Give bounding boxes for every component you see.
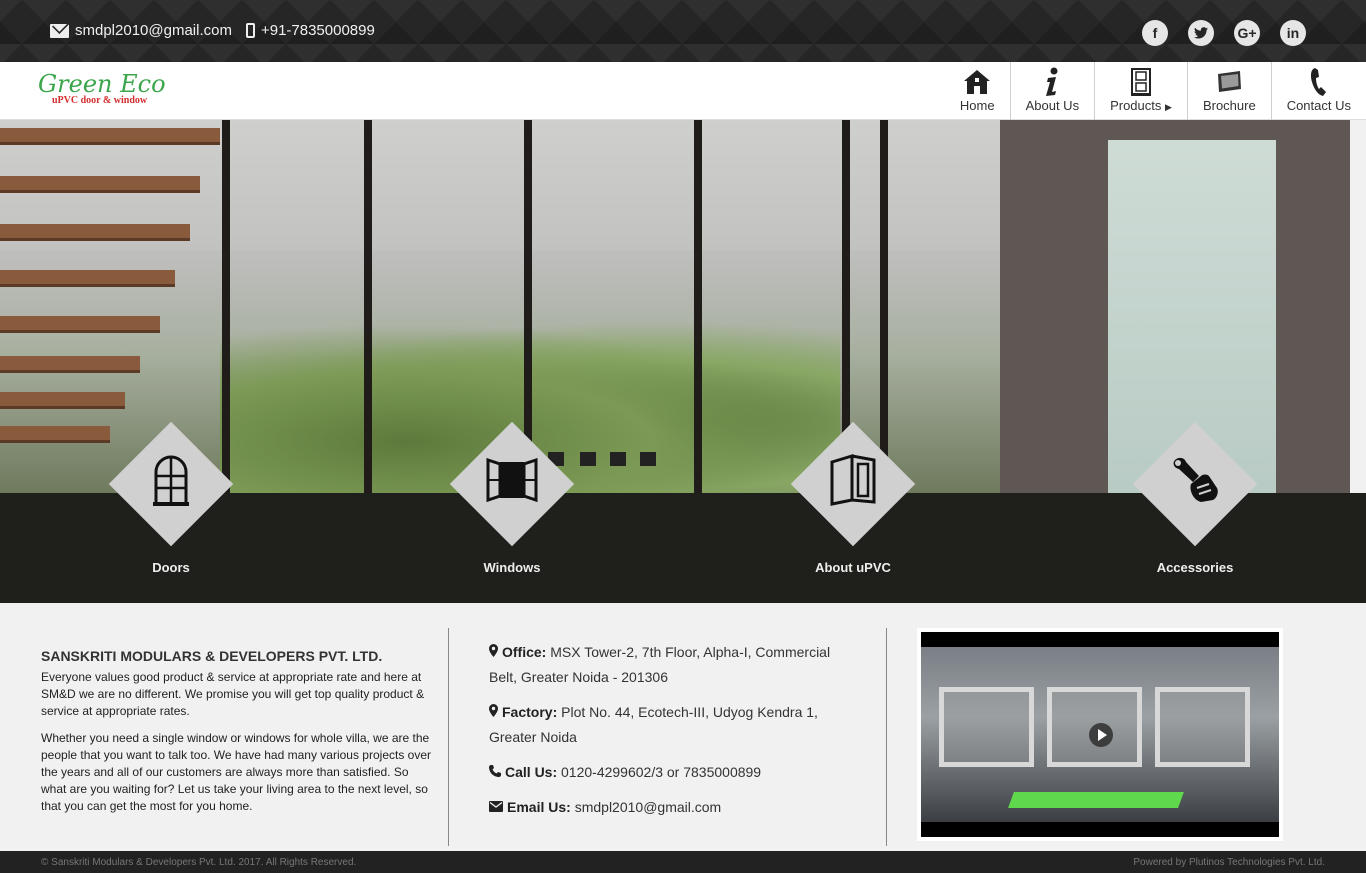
staircase-graphic — [0, 120, 230, 493]
email-us: Email Us: smdpl2010@gmail.com — [489, 795, 849, 820]
twitter-icon[interactable] — [1188, 20, 1214, 46]
top-bar: smdpl2010@gmail.com +91-7835000899 f G+ … — [0, 0, 1366, 62]
video-frame[interactable] — [921, 632, 1279, 837]
social-links: f G+ in — [1142, 20, 1306, 46]
nav-label-brochure: Brochure — [1202, 98, 1256, 113]
factory-label: Factory: — [502, 704, 558, 720]
phone-icon — [489, 760, 501, 785]
nav-item-about[interactable]: About Us — [1009, 62, 1094, 120]
contact-details-column: Office: MSX Tower-2, 7th Floor, Alpha-I,… — [489, 640, 849, 830]
category-label-windows: Windows — [483, 560, 541, 575]
call-us: Call Us: 0120-4299602/3 or 7835000899 — [489, 760, 849, 785]
about-company-column: SANSKRITI MODULARS & DEVELOPERS PVT. LTD… — [41, 648, 431, 825]
home-icon — [963, 68, 991, 96]
nav-label-about: About Us — [1025, 98, 1080, 113]
linkedin-icon[interactable]: in — [1280, 20, 1306, 46]
brand-logo[interactable]: Green Eco uPVC door & window — [38, 72, 166, 106]
call-value[interactable]: 0120-4299602/3 or 7835000899 — [561, 764, 761, 780]
map-marker-icon — [489, 700, 498, 725]
video-player[interactable] — [917, 628, 1283, 841]
wrench-hand-icon — [1165, 450, 1225, 510]
nav-label-products: Products ▶ — [1110, 98, 1172, 113]
nav-menu: Home About Us Products ▶ Brochure Contac… — [945, 62, 1366, 120]
factory-address: Factory: Plot No. 44, Ecotech-III, Udyog… — [489, 700, 849, 750]
email-label: Email Us: — [507, 799, 571, 815]
door-icon — [1131, 68, 1151, 96]
facebook-icon[interactable]: f — [1142, 20, 1168, 46]
top-email-link[interactable]: smdpl2010@gmail.com — [75, 22, 232, 39]
phone-handset-icon — [1309, 68, 1329, 96]
envelope-icon — [489, 795, 503, 820]
mobile-phone-icon — [245, 23, 255, 38]
copyright-text: © Sanskriti Modulars & Developers Pvt. L… — [41, 857, 357, 868]
powered-by-link[interactable]: Powered by Plutinos Technologies Pvt. Lt… — [1133, 857, 1325, 868]
tablet-icon — [1215, 68, 1243, 96]
site-footer: © Sanskriti Modulars & Developers Pvt. L… — [0, 851, 1366, 873]
main-navbar: Green Eco uPVC door & window Home About … — [0, 62, 1366, 120]
column-divider — [886, 628, 887, 846]
category-label-accessories: Accessories — [1156, 560, 1234, 575]
category-label-about-upvc: About uPVC — [815, 560, 891, 575]
nav-label-contact: Contact Us — [1286, 98, 1351, 113]
upvc-frame-icon — [823, 450, 883, 510]
logo-main-text: Green Eco — [38, 70, 166, 98]
open-window-icon — [482, 450, 542, 510]
arched-door-icon — [141, 450, 201, 510]
caret-right-icon: ▶ — [1165, 102, 1172, 112]
top-contact-row: smdpl2010@gmail.com +91-7835000899 — [50, 22, 375, 39]
company-pitch-paragraph: Whether you need a single window or wind… — [41, 731, 431, 813]
nav-item-contact[interactable]: Contact Us — [1270, 62, 1366, 120]
company-name: SANSKRITI MODULARS & DEVELOPERS PVT. LTD… — [41, 648, 383, 664]
info-icon — [1044, 67, 1060, 96]
map-marker-icon — [489, 640, 498, 665]
nav-item-products[interactable]: Products ▶ — [1094, 62, 1187, 120]
nav-label-home: Home — [959, 98, 995, 113]
office-label: Office: — [502, 644, 547, 660]
column-divider — [448, 628, 449, 846]
envelope-icon — [50, 23, 69, 38]
nav-item-brochure[interactable]: Brochure — [1186, 62, 1271, 120]
info-section: SANSKRITI MODULARS & DEVELOPERS PVT. LTD… — [0, 603, 1366, 851]
google-plus-icon[interactable]: G+ — [1234, 20, 1260, 46]
hero-banner-image — [0, 120, 1350, 493]
top-phone-link[interactable]: +91-7835000899 — [261, 22, 375, 39]
company-intro-paragraph: Everyone values good product & service a… — [41, 670, 425, 718]
nav-item-home[interactable]: Home — [945, 62, 1010, 120]
play-icon[interactable] — [1089, 723, 1113, 747]
office-address: Office: MSX Tower-2, 7th Floor, Alpha-I,… — [489, 640, 849, 690]
call-label: Call Us: — [505, 764, 558, 780]
category-label-doors: Doors — [152, 560, 190, 575]
email-value[interactable]: smdpl2010@gmail.com — [575, 799, 722, 815]
